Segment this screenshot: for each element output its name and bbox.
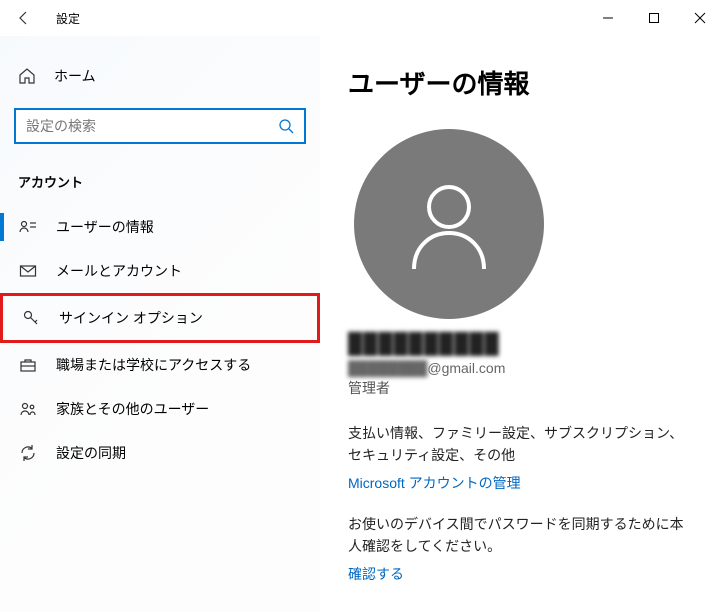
nav-sync-settings[interactable]: 設定の同期 [0,431,320,475]
people-icon [18,400,38,418]
avatar-container [354,129,695,319]
minimize-icon [602,12,614,24]
maximize-button[interactable] [631,0,677,36]
home-label: ホーム [54,66,96,86]
email-local: ████████ [348,360,427,376]
section-title: アカウント [0,152,320,205]
nav-label: サインイン オプション [59,308,203,328]
nav-signin-options[interactable]: サインイン オプション [0,293,320,343]
user-display-name: ██████████ [348,333,695,356]
key-icon [21,309,41,327]
back-button[interactable] [0,0,48,36]
sync-icon [18,444,38,462]
window-title: 設定 [56,10,80,27]
sidebar: ホーム アカウント ユーザーの情報 メールとアカウント [0,36,320,612]
home-nav[interactable]: ホーム [0,56,320,96]
nav-email-accounts[interactable]: メールとアカウント [0,249,320,293]
main-content: ユーザーの情報 ██████████ ████████@gmail.com 管理… [320,36,723,612]
nav-user-info[interactable]: ユーザーの情報 [0,205,320,249]
titlebar: 設定 [0,0,723,36]
search-input[interactable] [26,118,278,134]
arrow-left-icon [16,10,32,26]
nav-label: ユーザーの情報 [56,217,154,237]
nav-label: 家族とその他のユーザー [56,399,209,419]
search-box[interactable] [14,108,306,144]
nav-label: メールとアカウント [56,261,182,281]
briefcase-icon [18,356,38,374]
close-button[interactable] [677,0,723,36]
sync-password-text: お使いのデバイス間でパスワードを同期するために本人確認をしてください。 [348,513,695,558]
nav-work-school[interactable]: 職場または学校にアクセスする [0,343,320,387]
verify-link[interactable]: 確認する [348,564,404,584]
minimize-button[interactable] [585,0,631,36]
nav-label: 設定の同期 [56,443,126,463]
avatar[interactable] [354,129,544,319]
window-controls [585,0,723,36]
payment-info-text: 支払い情報、ファミリー設定、サブスクリプション、セキュリティ設定、その他 [348,422,695,467]
nav-family-users[interactable]: 家族とその他のユーザー [0,387,320,431]
maximize-icon [648,12,660,24]
nav-list: ユーザーの情報 メールとアカウント サインイン オプション 職場または学校にアク… [0,205,320,475]
manage-account-link[interactable]: Microsoft アカウントの管理 [348,473,521,493]
home-icon [18,67,36,85]
user-icon [394,169,504,279]
close-icon [694,12,706,24]
mail-icon [18,262,38,280]
user-card-icon [18,218,38,236]
search-icon [278,118,294,134]
email-domain: @gmail.com [427,360,505,376]
nav-label: 職場または学校にアクセスする [56,355,251,375]
user-email: ████████@gmail.com [348,360,695,376]
page-title: ユーザーの情報 [348,64,695,101]
user-role: 管理者 [348,378,695,398]
